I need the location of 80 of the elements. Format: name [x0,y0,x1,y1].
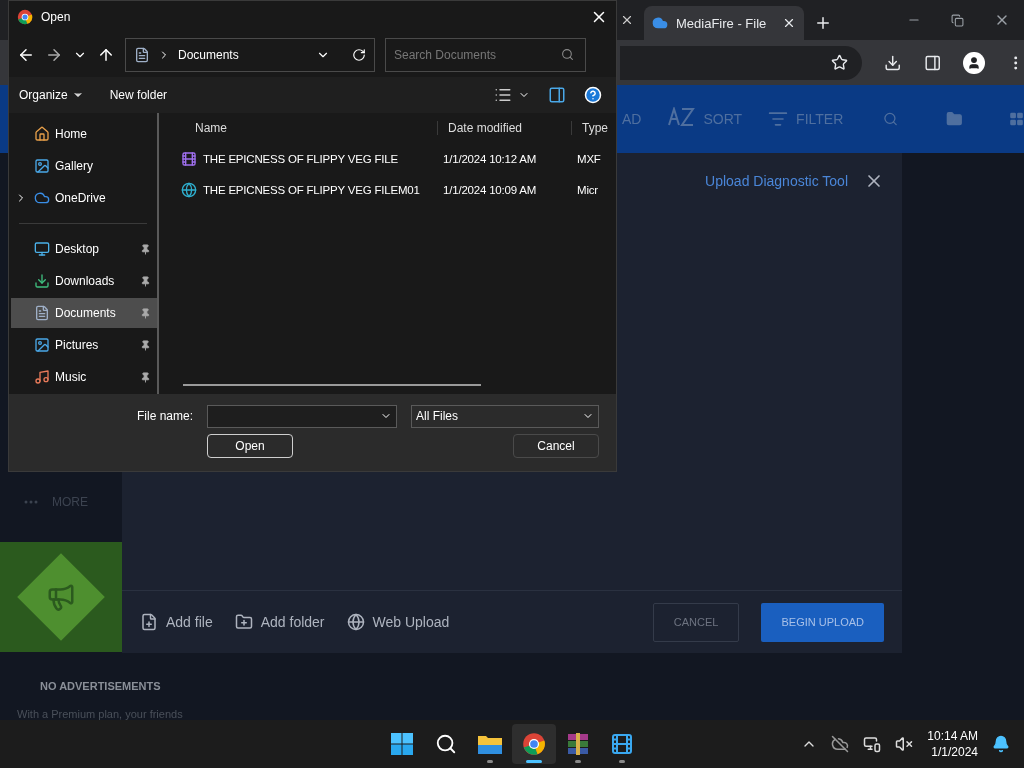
nav-item[interactable]: Gallery [11,151,157,181]
preview-pane-icon[interactable] [548,86,566,104]
file-row[interactable]: THE EPICNESS OF FLIPPY VEG FILEM01 1/1/2024 10:09 AM Micr [165,174,616,205]
clock[interactable]: 10:14 AM 1/1/2024 [927,728,978,760]
windows-logo-icon [390,732,414,756]
nav-item[interactable]: Downloads [11,266,157,296]
desktop-icon [34,241,50,257]
help-icon[interactable] [584,86,602,104]
nav-item[interactable]: OneDrive [11,183,157,213]
network-icon[interactable] [863,735,882,753]
column-header[interactable]: Date modified [437,121,571,135]
close-tab-icon[interactable] [620,13,634,27]
download-icon[interactable] [884,53,902,72]
organize-menu[interactable]: Organize [19,88,84,102]
file-type-dropdown[interactable]: All Files [411,404,599,428]
column-header[interactable]: Name [185,121,437,135]
film-icon [610,732,634,756]
home-icon [34,126,50,142]
filter-icon [768,109,789,129]
document-icon [134,47,150,63]
close-tab-icon[interactable] [782,16,796,30]
cloud-icon [652,15,668,31]
search-field[interactable]: Search Documents [385,38,586,72]
up-icon[interactable] [97,46,115,64]
browser-icon [181,181,197,198]
profile-icon[interactable] [963,51,985,74]
back-icon[interactable] [17,46,35,64]
pin-icon [140,275,151,287]
cloud-icon [34,190,50,206]
nav-item[interactable]: Pictures [11,330,157,360]
file-name-field[interactable] [207,404,397,428]
upload-action[interactable]: Web Upload [346,613,450,631]
taskbar-app[interactable] [512,724,556,764]
gallery-icon [34,158,50,174]
file-row[interactable]: THE EPICNESS OF FLIPPY VEG FILE 1/1/2024 10:12 AM MXF [165,143,616,174]
nav-item[interactable]: Home [11,119,157,149]
diagnostic-link[interactable]: Upload Diagnostic Tool [705,173,848,189]
column-header[interactable]: Type [571,121,611,135]
film-icon [181,150,197,167]
more-dots-icon [24,500,38,505]
nav-item[interactable]: Documents [11,298,157,328]
notification-bell-icon[interactable] [992,735,1010,753]
cancel-button[interactable]: Cancel [513,434,599,458]
view-list-icon[interactable] [494,86,512,104]
music-icon [34,369,50,385]
document-icon [34,305,50,321]
ad-title: NO ADVERTISEMENTS [39,680,162,692]
refresh-icon[interactable] [352,48,366,62]
folder-add-icon [234,613,253,631]
new-folder-button[interactable]: New folder [109,88,168,102]
address-bar[interactable]: Documents [125,38,375,72]
upload-action[interactable]: Add file [140,613,213,631]
new-tab-icon[interactable] [814,14,832,32]
chrome-icon [17,9,33,25]
pin-icon [140,339,151,351]
chrome-icon [522,732,546,756]
pin-icon [140,243,151,255]
archive-stack-icon [566,732,590,756]
file-add-icon [140,613,158,631]
nav-item[interactable]: Desktop [11,234,157,264]
nav-item[interactable]: Music [11,362,157,392]
file-name-label: File name: [136,409,193,423]
upload-action[interactable]: Add folder [234,613,325,631]
volume-muted-icon[interactable] [895,735,914,753]
bookmark-star-icon[interactable] [831,54,849,71]
cloud-off-icon[interactable] [831,735,850,753]
pin-icon [140,307,151,319]
folder-icon [477,733,503,755]
restore-icon[interactable] [951,13,964,27]
forward-icon[interactable] [45,46,63,64]
browser-tab[interactable]: MediaFire - File [644,6,804,40]
dialog-title: Open [41,10,72,24]
pin-icon [140,371,151,383]
globe-icon [346,613,365,631]
search-icon [561,48,574,61]
side-panel-icon[interactable] [923,53,942,72]
search-icon [435,733,457,755]
download-icon [34,273,50,289]
open-button[interactable]: Open [207,434,293,458]
pictures-icon [34,337,50,353]
